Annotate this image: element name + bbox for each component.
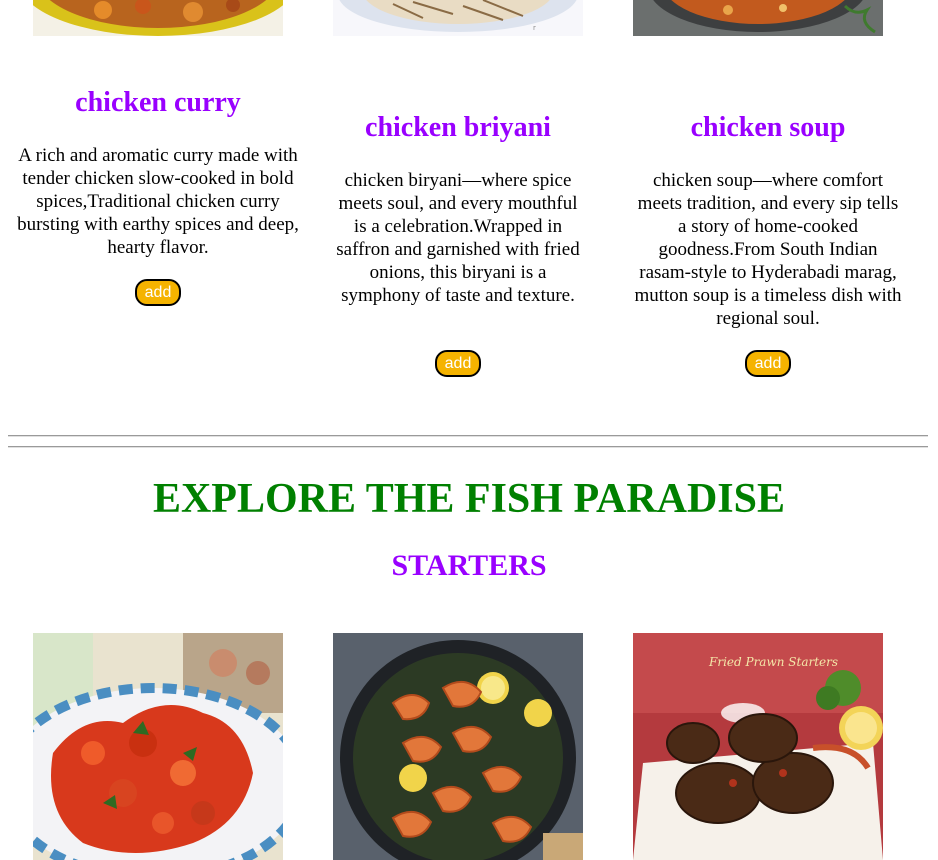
dish-card-chicken-briyani: chicken briyani chicken biryani—where sp… [333, 0, 583, 390]
starter-image-fried-prawns: Fried Prawn Starters [633, 633, 883, 860]
section-heading: EXPLORE THE FISH PARADISE [152, 476, 786, 522]
image-caption: Fried Prawn Starters [708, 655, 838, 669]
dish-title: chicken briyani [365, 112, 551, 143]
section-subheading: STARTERS [391, 549, 547, 582]
starter-image-chilli-fish [33, 633, 283, 860]
dish-title: chicken curry [75, 87, 241, 118]
dish-card-chicken-soup: chicken soup chicken soup—where comfort … [633, 0, 903, 390]
divider [8, 435, 928, 437]
dish-card-chicken-curry: chicken curry A rich and aromatic curry … [8, 0, 308, 320]
add-button[interactable]: add [135, 279, 181, 306]
starter-image-grilled-prawns [333, 633, 583, 860]
add-button[interactable]: add [745, 350, 791, 377]
dish-description: A rich and aromatic curry made with tend… [17, 145, 299, 258]
divider [8, 446, 928, 448]
dish-description: chicken soup—where comfort meets traditi… [634, 170, 902, 329]
dish-description: chicken biryani—where spice meets soul, … [336, 170, 580, 306]
dish-title: chicken soup [690, 112, 846, 143]
add-button[interactable]: add [435, 350, 481, 377]
